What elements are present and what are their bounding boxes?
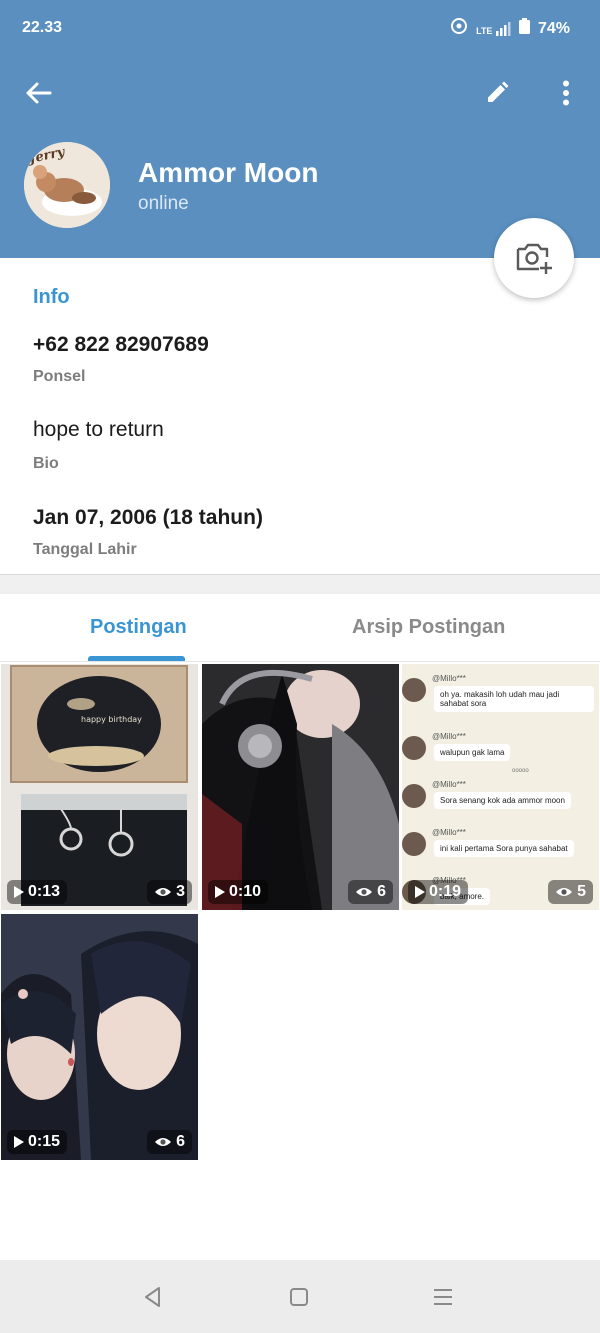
views-badge: 3 xyxy=(147,880,192,904)
views-count: 6 xyxy=(377,883,386,900)
edit-button[interactable] xyxy=(473,69,521,117)
eye-icon xyxy=(155,1138,172,1146)
duration-text: 0:15 xyxy=(28,1133,61,1150)
section-divider xyxy=(0,574,600,594)
chat-bubble: oh ya. makasih loh udah mau jadi sahabat… xyxy=(434,686,594,712)
chat-avatar xyxy=(402,832,426,856)
tab-posts[interactable]: Postingan xyxy=(90,616,187,639)
status-icons: LTE 74% xyxy=(450,17,570,40)
duration-badge: 0:10 xyxy=(208,880,269,904)
profile-status: online xyxy=(138,193,189,214)
chat-message: @Millo*** Sora senang kok ada ammor moon xyxy=(402,780,599,814)
chat-sender: @Millo*** xyxy=(432,828,466,837)
duration-badge: 0:19 xyxy=(408,880,469,904)
views-count: 5 xyxy=(577,883,586,900)
tab-archive-posts[interactable]: Arsip Postingan xyxy=(352,616,505,639)
profile-name: Ammor Moon xyxy=(138,157,319,188)
status-bar: 22.33 LTE 74% xyxy=(0,0,600,58)
post-thumbnail-3[interactable]: @Millo*** oh ya. makasih loh udah mau ja… xyxy=(402,664,599,910)
cake-text: happy birthday xyxy=(81,715,142,724)
phone-number[interactable]: +62 822 82907689 xyxy=(33,333,209,357)
profile-header: 22.33 LTE 74% Jerry Ammor Moon online xyxy=(0,0,600,258)
bio-text[interactable]: hope to return xyxy=(33,418,164,442)
nav-recents-button[interactable] xyxy=(428,1282,458,1312)
phone-label: Ponsel xyxy=(33,368,86,385)
views-badge: 5 xyxy=(548,880,593,904)
arrow-left-icon xyxy=(26,82,52,104)
play-icon xyxy=(215,886,225,898)
more-vertical-icon xyxy=(563,80,569,106)
eye-icon xyxy=(356,888,373,896)
posts-tabs: Postingan Arsip Postingan xyxy=(0,594,600,662)
nav-back-button[interactable] xyxy=(138,1282,168,1312)
post-image-girl-headphones xyxy=(202,664,399,910)
views-badge: 6 xyxy=(348,880,393,904)
chat-sender: @Millo*** xyxy=(432,732,466,741)
active-tab-indicator xyxy=(88,656,185,661)
post-thumbnail-2[interactable]: 0:10 6 xyxy=(202,664,399,910)
battery-percent: 74% xyxy=(537,19,570,37)
system-nav-bar xyxy=(0,1260,600,1333)
pencil-icon xyxy=(488,81,509,102)
birthday-label: Tanggal Lahir xyxy=(33,541,137,558)
duration-text: 0:19 xyxy=(429,883,462,900)
back-button[interactable] xyxy=(15,69,63,117)
chat-avatar xyxy=(402,678,426,702)
post-image-couple-illustration xyxy=(1,914,198,1160)
post-image-cake-jewelry: happy birthday xyxy=(1,664,198,910)
menu-lines-icon xyxy=(434,1289,452,1305)
views-badge: 6 xyxy=(147,1130,192,1154)
play-icon xyxy=(415,886,425,898)
profile-avatar[interactable]: Jerry xyxy=(24,142,110,228)
duration-text: 0:13 xyxy=(28,883,61,900)
eye-icon xyxy=(556,888,573,896)
chat-sender: @Millo*** xyxy=(432,780,466,789)
chat-message: @Millo*** ini kali pertama Sora punya sa… xyxy=(402,828,599,862)
network-label: LTE xyxy=(476,25,493,36)
views-count: 6 xyxy=(176,1133,185,1150)
post-thumbnail-4[interactable]: 0:15 6 xyxy=(1,914,198,1160)
info-section: Info +62 822 82907689 Ponsel hope to ret… xyxy=(0,258,600,574)
triangle-back-icon xyxy=(145,1287,160,1307)
views-count: 3 xyxy=(176,883,185,900)
chat-avatar xyxy=(402,784,426,808)
chat-bubble: walupun gak lama xyxy=(434,744,511,761)
location-icon xyxy=(450,17,468,40)
chat-sender: @Millo*** xyxy=(432,674,466,683)
play-icon xyxy=(14,886,24,898)
battery-icon xyxy=(518,18,530,39)
bio-label: Bio xyxy=(33,455,59,472)
play-icon xyxy=(14,1136,24,1148)
post-thumbnail-1[interactable]: happy birthday 0:13 3 xyxy=(1,664,198,910)
duration-badge: 0:15 xyxy=(7,1130,68,1154)
set-photo-button[interactable] xyxy=(494,218,574,298)
nav-home-button[interactable] xyxy=(284,1282,314,1312)
square-home-icon xyxy=(290,1288,308,1306)
chat-message: @Millo*** walupun gak lama xyxy=(402,732,599,766)
info-title: Info xyxy=(33,286,70,308)
signal-icon: LTE xyxy=(476,21,511,36)
duration-text: 0:10 xyxy=(229,883,262,900)
status-time: 22.33 xyxy=(22,19,63,36)
chat-bubble: ini kali pertama Sora punya sahabat xyxy=(434,840,574,857)
birthday-value[interactable]: Jan 07, 2006 (18 tahun) xyxy=(33,506,263,530)
camera-add-icon xyxy=(516,243,552,274)
more-menu-button[interactable] xyxy=(542,69,590,117)
duration-badge: 0:13 xyxy=(7,880,68,904)
chat-message: @Millo*** oh ya. makasih loh udah mau ja… xyxy=(402,674,599,718)
chat-avatar xyxy=(402,736,426,760)
chat-bubble: Sora senang kok ada ammor moon xyxy=(434,792,571,809)
eye-icon xyxy=(155,888,172,896)
chat-small-text: ooooo xyxy=(512,768,529,774)
